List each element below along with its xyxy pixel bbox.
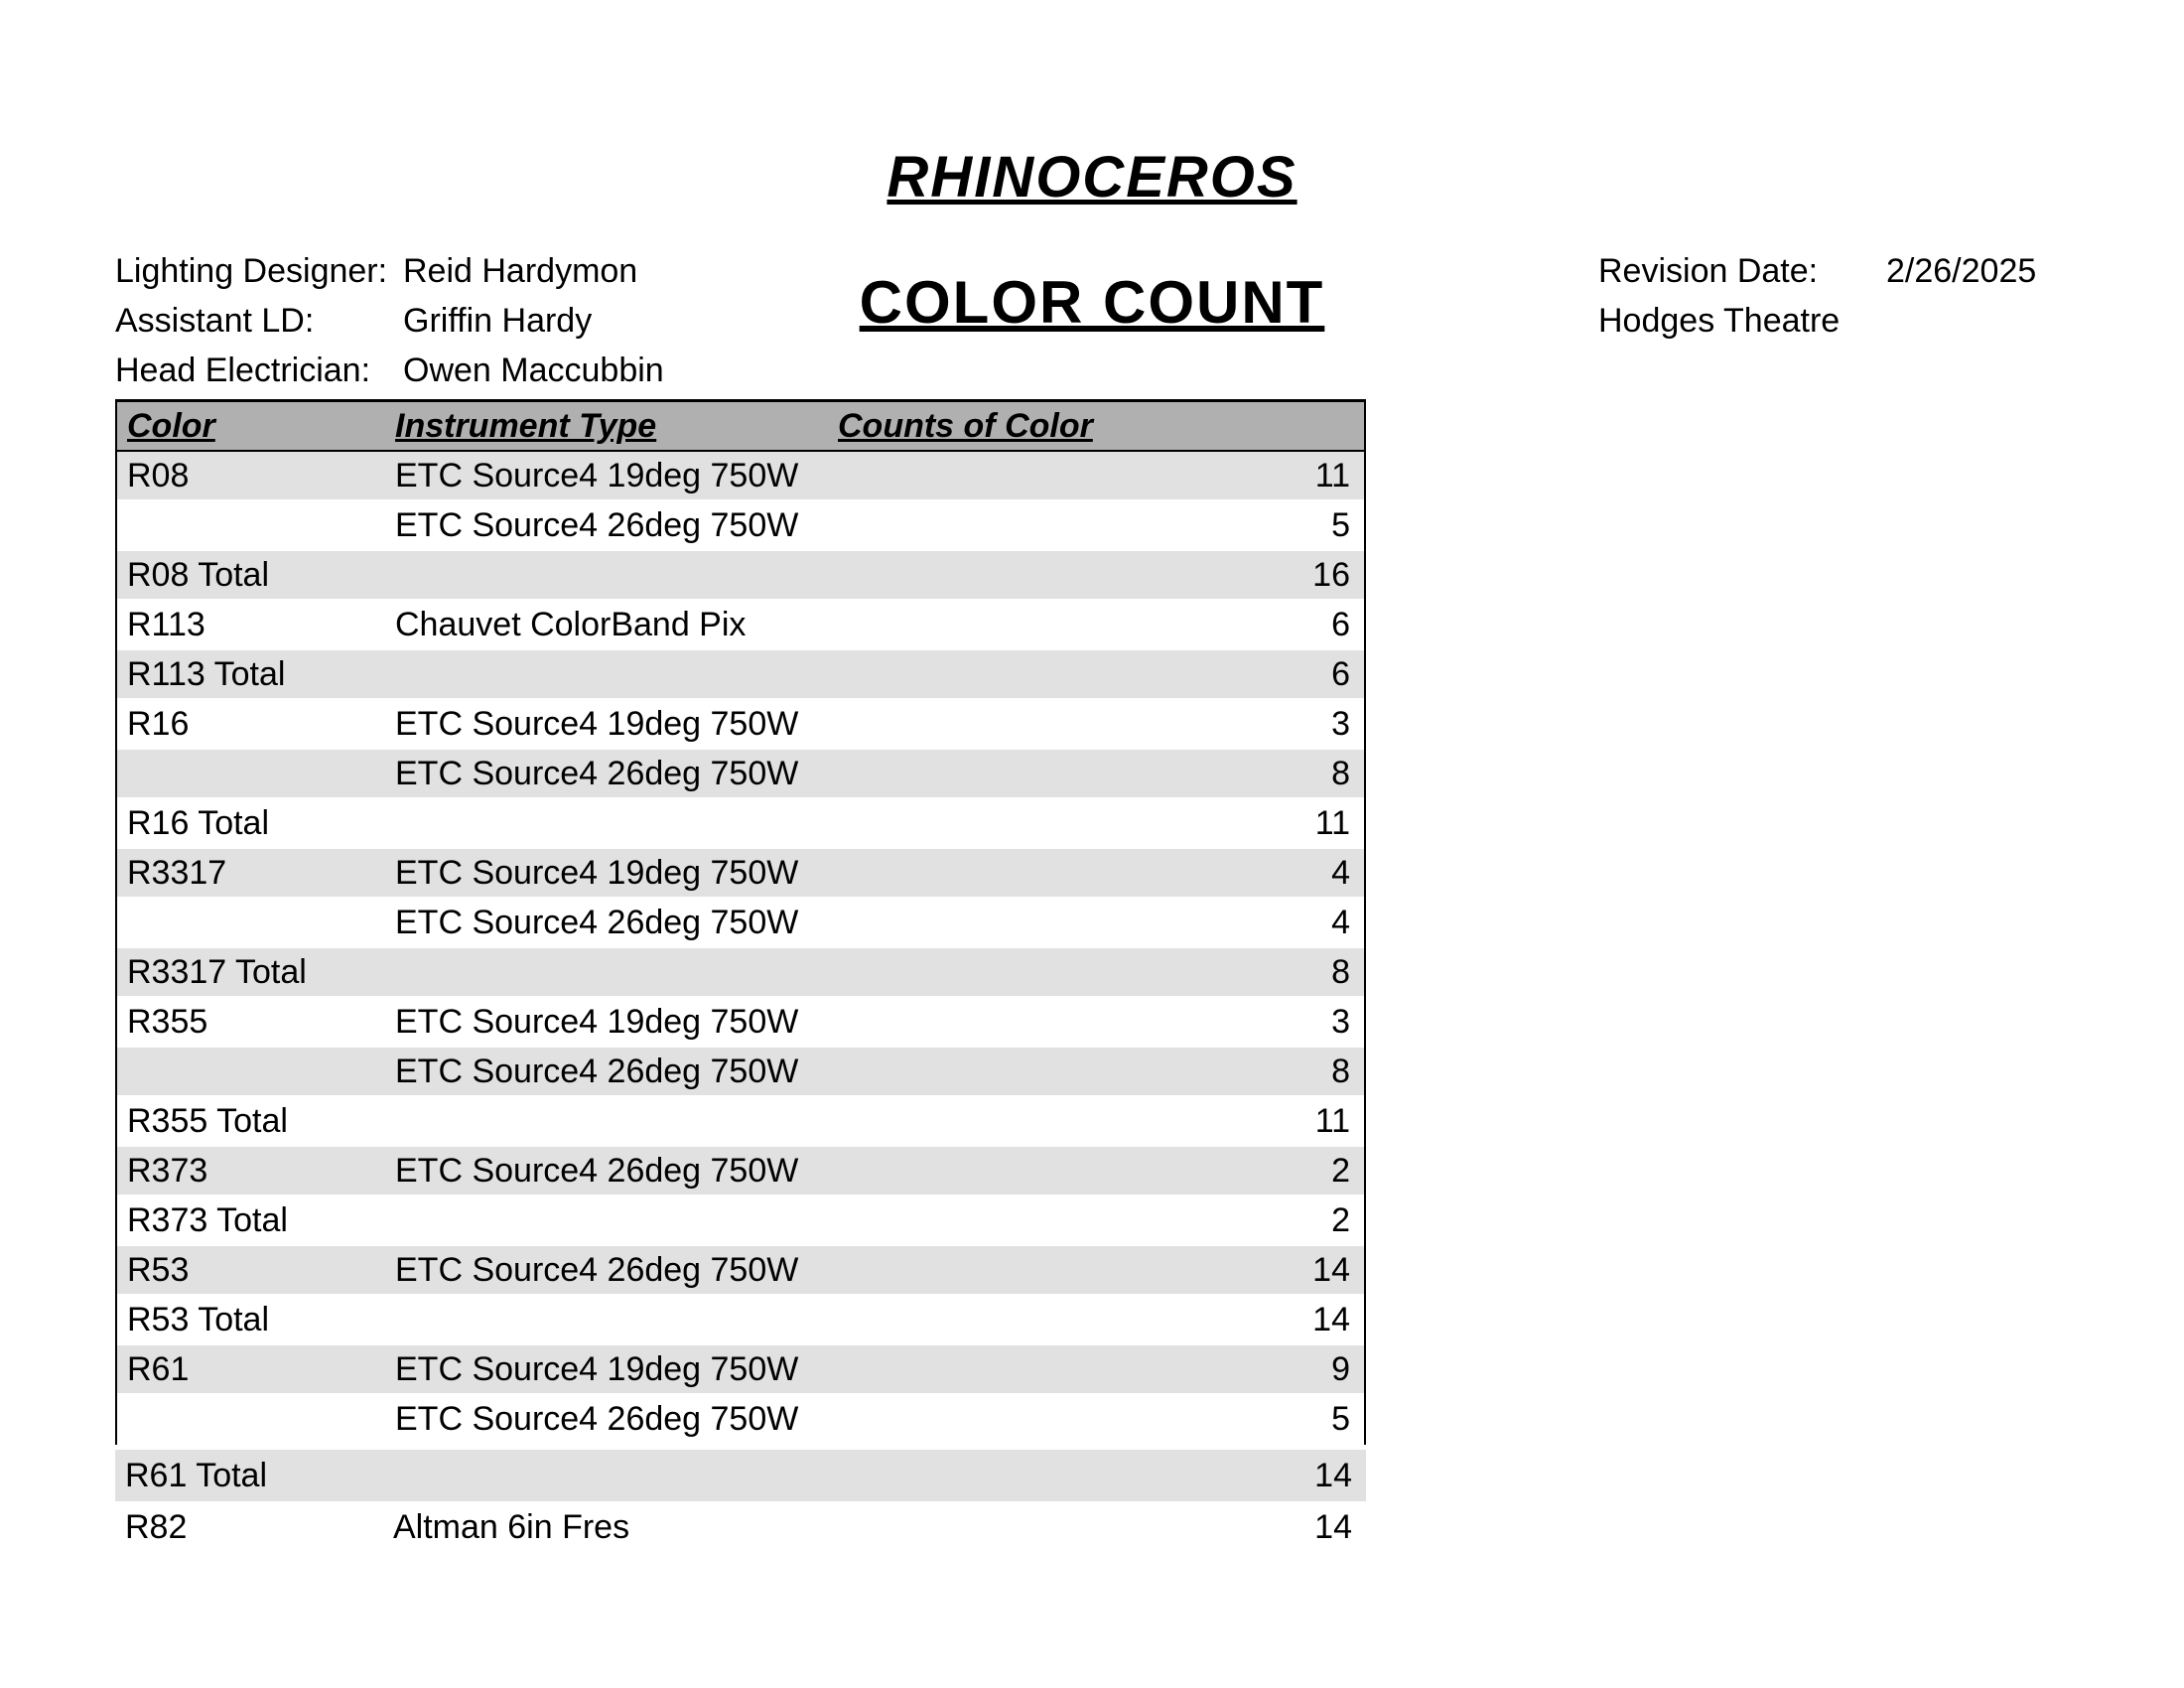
- cell-count: 5: [832, 1400, 1364, 1439]
- cell-color: R16 Total: [117, 804, 395, 843]
- table-row: R53ETC Source4 26deg 750W14: [117, 1246, 1364, 1296]
- cell-count: 3: [832, 1003, 1364, 1042]
- cell-color: R08: [117, 457, 395, 495]
- table-row: R373 Total 2: [117, 1196, 1364, 1246]
- cell-instrument: ETC Source4 19deg 750W: [395, 705, 832, 744]
- cell-count: 2: [832, 1201, 1364, 1240]
- cell-instrument: ETC Source4 19deg 750W: [395, 1350, 832, 1389]
- show-title: RHINOCEROS: [0, 144, 2184, 211]
- venue-value: Hodges Theatre: [1598, 296, 1840, 346]
- table-row: R3317ETC Source4 19deg 750W4: [117, 849, 1364, 899]
- cell-instrument: Chauvet ColorBand Pix: [395, 606, 832, 644]
- cell-color: R355: [117, 1003, 395, 1042]
- cell-instrument: ETC Source4 26deg 750W: [395, 904, 832, 942]
- cell-count: 11: [832, 804, 1364, 843]
- cell-count: 2: [832, 1152, 1364, 1191]
- cell-count: 11: [832, 1102, 1364, 1141]
- table-row: R355 Total 11: [117, 1097, 1364, 1147]
- table-row: R3317 Total 8: [117, 948, 1364, 998]
- table-row: ETC Source4 26deg 750W4: [117, 899, 1364, 948]
- cell-count: 3: [832, 705, 1364, 744]
- cell-color: R3317 Total: [117, 953, 395, 992]
- table-row: R16 Total 11: [117, 799, 1364, 849]
- table-row: R355ETC Source4 19deg 750W3: [117, 998, 1364, 1048]
- cell-instrument: ETC Source4 26deg 750W: [395, 1400, 832, 1439]
- ald-label: Assistant LD:: [115, 296, 403, 346]
- table-row: R61 Total 14: [115, 1450, 1366, 1501]
- cell-color: R16: [117, 705, 395, 744]
- table-row: ETC Source4 26deg 750W5: [117, 1395, 1364, 1445]
- cell-color: R355 Total: [117, 1102, 395, 1141]
- table-row: R08 Total 16: [117, 551, 1364, 601]
- table-row: R113Chauvet ColorBand Pix6: [117, 601, 1364, 650]
- cell-instrument: ETC Source4 19deg 750W: [395, 854, 832, 893]
- cell-count: 8: [832, 755, 1364, 793]
- cell-count: 6: [832, 655, 1364, 694]
- he-value: Owen Maccubbin: [403, 346, 664, 395]
- table-row: R16ETC Source4 19deg 750W3: [117, 700, 1364, 750]
- color-count-table: Color Instrument Type Counts of Color R0…: [115, 399, 1366, 1445]
- cell-color: R3317: [117, 854, 395, 893]
- table-row: R08ETC Source4 19deg 750W11: [117, 452, 1364, 501]
- table-row: R53 Total 14: [117, 1296, 1364, 1345]
- table-row: R373ETC Source4 26deg 750W2: [117, 1147, 1364, 1196]
- revision-date-label: Revision Date:: [1598, 246, 1886, 296]
- cell-count: 14: [832, 1251, 1364, 1290]
- cell-instrument: ETC Source4 26deg 750W: [395, 755, 832, 793]
- cell-color: R113: [117, 606, 395, 644]
- table-row: R113 Total 6: [117, 650, 1364, 700]
- cell-color: R82: [115, 1508, 393, 1547]
- ld-label: Lighting Designer:: [115, 246, 403, 296]
- credits-block: Lighting Designer: Reid Hardymon Assista…: [115, 246, 664, 395]
- cell-instrument: ETC Source4 26deg 750W: [395, 1152, 832, 1191]
- cell-color: R53 Total: [117, 1301, 395, 1339]
- table-row: ETC Source4 26deg 750W5: [117, 501, 1364, 551]
- he-label: Head Electrician:: [115, 346, 403, 395]
- header-counts: Counts of Color: [832, 407, 1364, 446]
- cell-count: 16: [832, 556, 1364, 595]
- cell-instrument: ETC Source4 19deg 750W: [395, 457, 832, 495]
- cell-color: R373 Total: [117, 1201, 395, 1240]
- cell-instrument: ETC Source4 26deg 750W: [395, 506, 832, 545]
- table-body: R08ETC Source4 19deg 750W11ETC Source4 2…: [117, 452, 1364, 1445]
- cell-instrument: ETC Source4 26deg 750W: [395, 1053, 832, 1091]
- cell-count: 11: [832, 457, 1364, 495]
- cell-count: 14: [830, 1508, 1366, 1547]
- table-row: ETC Source4 26deg 750W8: [117, 750, 1364, 799]
- cell-count: 8: [832, 953, 1364, 992]
- cell-color: R113 Total: [117, 655, 395, 694]
- table-row: ETC Source4 26deg 750W8: [117, 1048, 1364, 1097]
- cell-color: R61: [117, 1350, 395, 1389]
- header-color: Color: [117, 407, 395, 446]
- cell-count: 9: [832, 1350, 1364, 1389]
- cell-count: 14: [832, 1301, 1364, 1339]
- revision-block: Revision Date: 2/26/2025 Hodges Theatre: [1598, 246, 2036, 346]
- header-instrument: Instrument Type: [395, 407, 832, 446]
- revision-date-value: 2/26/2025: [1886, 246, 2036, 296]
- ld-value: Reid Hardymon: [403, 246, 637, 296]
- table-header-row: Color Instrument Type Counts of Color: [117, 402, 1364, 452]
- cell-color: R08 Total: [117, 556, 395, 595]
- cell-count: 4: [832, 854, 1364, 893]
- ald-value: Griffin Hardy: [403, 296, 592, 346]
- cell-instrument: ETC Source4 26deg 750W: [395, 1251, 832, 1290]
- cell-count: 4: [832, 904, 1364, 942]
- cell-color: R53: [117, 1251, 395, 1290]
- cell-count: 8: [832, 1053, 1364, 1091]
- cell-instrument: ETC Source4 19deg 750W: [395, 1003, 832, 1042]
- cell-count: 5: [832, 506, 1364, 545]
- table-row: R82Altman 6in Fres14: [115, 1501, 1366, 1553]
- cell-color: R61 Total: [115, 1457, 393, 1495]
- cell-color: R373: [117, 1152, 395, 1191]
- table-row: R61ETC Source4 19deg 750W9: [117, 1345, 1364, 1395]
- table-body-overflow: R61 Total14R82Altman 6in Fres14: [115, 1450, 1366, 1553]
- cell-count: 6: [832, 606, 1364, 644]
- cell-count: 14: [830, 1457, 1366, 1495]
- cell-instrument: Altman 6in Fres: [393, 1508, 830, 1547]
